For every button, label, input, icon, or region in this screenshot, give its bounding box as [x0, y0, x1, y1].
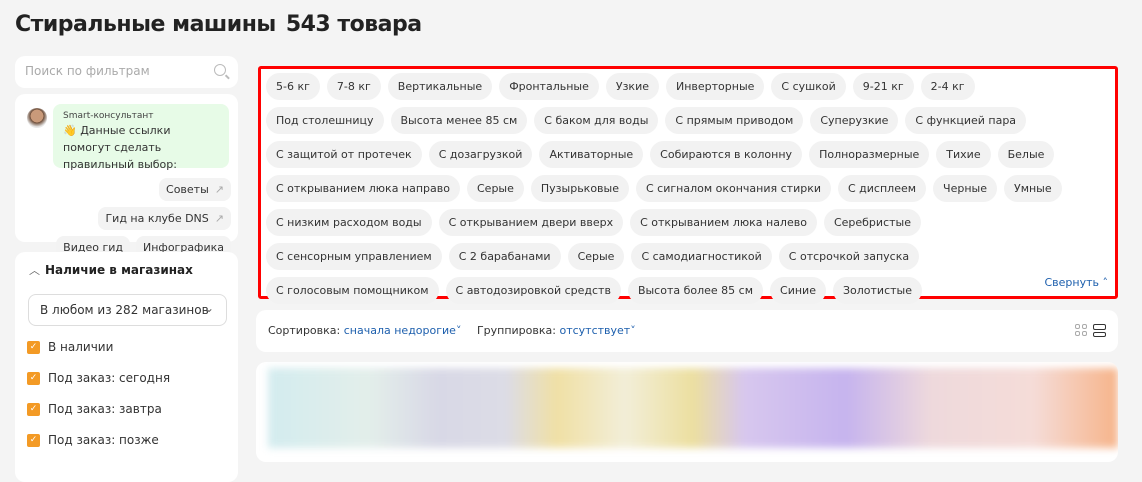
checkbox-checked-icon[interactable]: ✓ [27, 340, 40, 354]
collapse-button[interactable]: Свернуть ˄ [1044, 276, 1108, 289]
filter-tag[interactable]: 5-6 кг [266, 73, 320, 100]
filter-tag[interactable]: С сигналом окончания стирки [635, 175, 831, 202]
chevron-down-icon: ⌄ [203, 301, 214, 315]
filter-tag[interactable]: Серые [567, 243, 625, 270]
promo-banner[interactable] [256, 362, 1118, 462]
banner-image [268, 368, 1118, 448]
link-label: Гид на клубе DNS [105, 212, 209, 225]
availability-title[interactable]: Наличие в магазинах [45, 263, 193, 277]
avatar [27, 108, 47, 128]
filter-tag[interactable]: Суперузкие [810, 107, 899, 134]
availability-checkbox[interactable]: ✓ В наличии [27, 340, 113, 354]
availability-checkbox[interactable]: ✓ Под заказ: позже [27, 433, 159, 447]
collapse-label: Свернуть [1044, 276, 1099, 289]
link-label: Советы [166, 183, 209, 196]
filter-tag[interactable]: 2-4 кг [920, 73, 975, 100]
group-label: Группировка: [476, 324, 556, 337]
filter-tag[interactable]: С отсрочкой запуска [778, 243, 920, 270]
checkbox-label: В наличии [48, 340, 114, 354]
availability-checkbox[interactable]: ✓ Под заказ: сегодня [27, 371, 170, 385]
quick-tags-panel: 5-6 кг 7-8 кг Вертикальные Фронтальные Узкие… [258, 66, 1118, 338]
filter-tag[interactable]: С низким расходом воды [266, 209, 432, 236]
filter-tag[interactable]: С открыванием люка направо [266, 175, 460, 202]
product-count: 543 товара [285, 12, 422, 37]
filter-tag[interactable]: С открыванием люка налево [630, 209, 817, 236]
group-dropdown[interactable]: отсутствует˅ [559, 324, 635, 337]
filter-tag[interactable]: С 2 барабанами [448, 243, 561, 270]
filter-tag[interactable]: Черные [933, 175, 997, 202]
checkbox-checked-icon[interactable]: ✓ [27, 433, 40, 447]
filter-tag[interactable]: 7-8 кг [326, 73, 381, 100]
checkbox-label: Под заказ: позже [48, 433, 159, 447]
filter-tag[interactable]: С прямым приводом [665, 107, 804, 134]
external-link-icon: ↗ [214, 212, 224, 225]
grid-view-icon[interactable] [1075, 324, 1087, 336]
filter-tag[interactable]: С дозагрузкой [428, 141, 533, 168]
filter-tag[interactable]: С сушкой [771, 73, 846, 100]
group-value: отсутствует [559, 324, 631, 337]
filter-tag[interactable]: Серебристые [823, 209, 921, 236]
filter-tag[interactable]: С открыванием двери вверх [438, 209, 624, 236]
checkbox-label: Под заказ: завтра [48, 402, 162, 416]
filter-tag[interactable]: С сенсорным управлением [266, 243, 442, 270]
checkbox-checked-icon[interactable]: ✓ [27, 402, 40, 416]
filter-tag[interactable]: Собираются в колонну [650, 141, 803, 168]
filter-tag[interactable]: Вертикальные [387, 73, 493, 100]
filter-tag[interactable]: Белые [997, 141, 1055, 168]
search-placeholder: Поиск по фильтрам [25, 64, 150, 78]
filter-tag[interactable]: Тихие [936, 141, 991, 168]
list-view-icon[interactable] [1093, 324, 1106, 337]
filter-tag[interactable]: Фронтальные [499, 73, 599, 100]
filter-tag[interactable]: Высота более 85 см [627, 277, 764, 304]
wave-icon: 👋 [63, 124, 77, 137]
filter-tag[interactable]: Высота менее 85 см [390, 107, 528, 134]
sort-label: Сортировка: [268, 324, 341, 337]
filter-tag[interactable]: С защитой от протечек [266, 141, 422, 168]
filter-tag[interactable]: Синие [770, 277, 826, 304]
sort-value: сначала недорогие [343, 324, 456, 337]
smart-consultant-card: Smart-консультант 👋 Данные ссылки помогу… [15, 94, 238, 259]
guide-link[interactable]: Советы ↗ [159, 178, 231, 201]
availability-checkbox[interactable]: ✓ Под заказ: завтра [27, 402, 162, 416]
external-link-icon: ↗ [214, 183, 224, 196]
filter-tag[interactable]: Под столешницу [266, 107, 384, 134]
guide-link[interactable]: Гид на клубе DNS ↗ [98, 207, 231, 230]
store-select-value: В любом из 282 магазинов [40, 303, 209, 317]
filter-tag[interactable]: С самодиагностикой [631, 243, 772, 270]
filter-tag[interactable]: Золотистые [832, 277, 922, 304]
availability-filter: ︿ Наличие в магазинах В любом из 282 маг… [15, 252, 238, 482]
filter-tag[interactable]: С функцией пара [905, 107, 1027, 134]
page-title: Стиральные машины 543 товара [15, 12, 422, 37]
filter-tag[interactable]: Полноразмерные [809, 141, 930, 168]
filter-tag[interactable]: Пузырьковые [530, 175, 629, 202]
filter-tag[interactable]: Активаторные [539, 141, 644, 168]
checkbox-checked-icon[interactable]: ✓ [27, 371, 40, 385]
filter-search-input[interactable]: Поиск по фильтрам [15, 56, 238, 88]
chevron-up-icon[interactable]: ︿ [29, 262, 40, 278]
title-text: Стиральные машины [15, 12, 276, 37]
sort-dropdown[interactable]: сначала недорогие˅ [344, 324, 462, 337]
checkbox-label: Под заказ: сегодня [48, 371, 171, 385]
filter-tag[interactable]: Узкие [605, 73, 659, 100]
store-select[interactable]: В любом из 282 магазинов ⌄ [28, 294, 227, 326]
guide-links: Советы ↗ Гид на клубе DNS ↗ Видео гид Инфогра… [41, 178, 231, 259]
filter-tag[interactable]: 9-21 кг [852, 73, 914, 100]
message-text: Данные ссылки помогут сделать правильный… [63, 124, 177, 171]
search-icon[interactable] [214, 64, 226, 76]
filter-tag[interactable]: С баком для воды [534, 107, 659, 134]
filter-tag[interactable]: Серые [467, 175, 524, 202]
consultant-name: Smart-консультант [63, 111, 154, 121]
filter-tag[interactable]: С голосовым помощником [266, 277, 439, 304]
sort-bar: Сортировка: сначала недорогие˅ Группиров… [256, 310, 1118, 352]
filter-tag[interactable]: С дисплеем [838, 175, 927, 202]
filter-tag[interactable]: Умные [1003, 175, 1062, 202]
filter-tag[interactable]: Инверторные [666, 73, 765, 100]
filter-tag[interactable]: С автодозировкой средств [445, 277, 621, 304]
consultant-message: Smart-консультант 👋 Данные ссылки помогу… [53, 104, 229, 171]
